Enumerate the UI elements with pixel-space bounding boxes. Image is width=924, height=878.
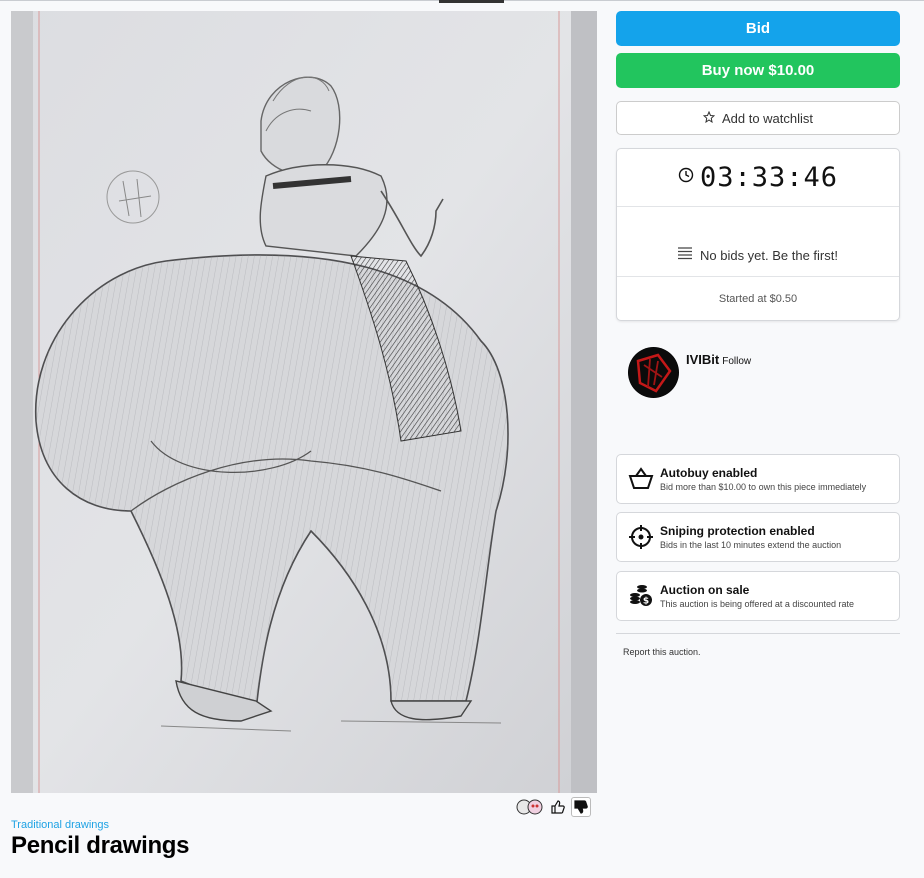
feature-desc: Bids in the last 10 minutes extend the a…: [660, 540, 842, 550]
feature-desc: Bid more than $10.00 to own this piece i…: [660, 482, 867, 492]
category-link[interactable]: Traditional drawings: [11, 819, 109, 831]
report-link[interactable]: Report this auction.: [623, 647, 701, 657]
crosshair-icon: [627, 523, 655, 551]
page-title: Pencil drawings: [11, 832, 190, 859]
starting-price: Started at $0.50: [718, 292, 798, 305]
seller-info: IVIBit Follow: [628, 347, 751, 398]
feature-desc: This auction is being offered at a disco…: [660, 599, 854, 609]
avatar[interactable]: [628, 347, 679, 398]
star-icon: [702, 110, 716, 126]
auction-status-panel: 03:33:46 No bids yet. Be the first! Star…: [616, 148, 900, 321]
bids-row: No bids yet. Be the first!: [617, 207, 899, 277]
thumbs-up-icon[interactable]: [548, 797, 568, 817]
watchlist-label: Add to watchlist: [721, 110, 814, 126]
list-icon: [677, 247, 692, 263]
basket-icon: [627, 465, 655, 493]
feature-title: Auction on sale: [660, 583, 750, 597]
artwork-sketch: [11, 11, 597, 793]
svg-text:$: $: [643, 597, 649, 607]
countdown-timer: 03:33:46: [699, 162, 839, 193]
divider: [616, 633, 900, 634]
no-bids-text: No bids yet. Be the first!: [699, 248, 838, 263]
buy-now-button[interactable]: Buy now $10.00: [616, 53, 900, 88]
active-tab-indicator: [439, 0, 504, 3]
timer-row: 03:33:46: [617, 149, 899, 207]
feature-title: Sniping protection enabled: [660, 524, 815, 538]
reaction-emoji-icon[interactable]: [515, 798, 545, 816]
clock-icon: [678, 167, 694, 188]
on-sale-feature: $ Auction on sale This auction is being …: [616, 571, 900, 621]
follow-button[interactable]: Follow: [722, 356, 751, 367]
bid-button[interactable]: Bid: [616, 11, 900, 46]
coins-icon: $: [627, 582, 655, 610]
seller-name[interactable]: IVIBit: [686, 352, 719, 367]
sniping-protection-feature: Sniping protection enabled Bids in the l…: [616, 512, 900, 562]
thumbs-down-icon[interactable]: [571, 797, 591, 817]
feature-title: Autobuy enabled: [660, 466, 758, 480]
artwork-image[interactable]: [11, 11, 597, 793]
reactions-bar: [515, 797, 591, 817]
autobuy-feature: Autobuy enabled Bid more than $10.00 to …: [616, 454, 900, 504]
add-to-watchlist-button[interactable]: Add to watchlist: [616, 101, 900, 135]
